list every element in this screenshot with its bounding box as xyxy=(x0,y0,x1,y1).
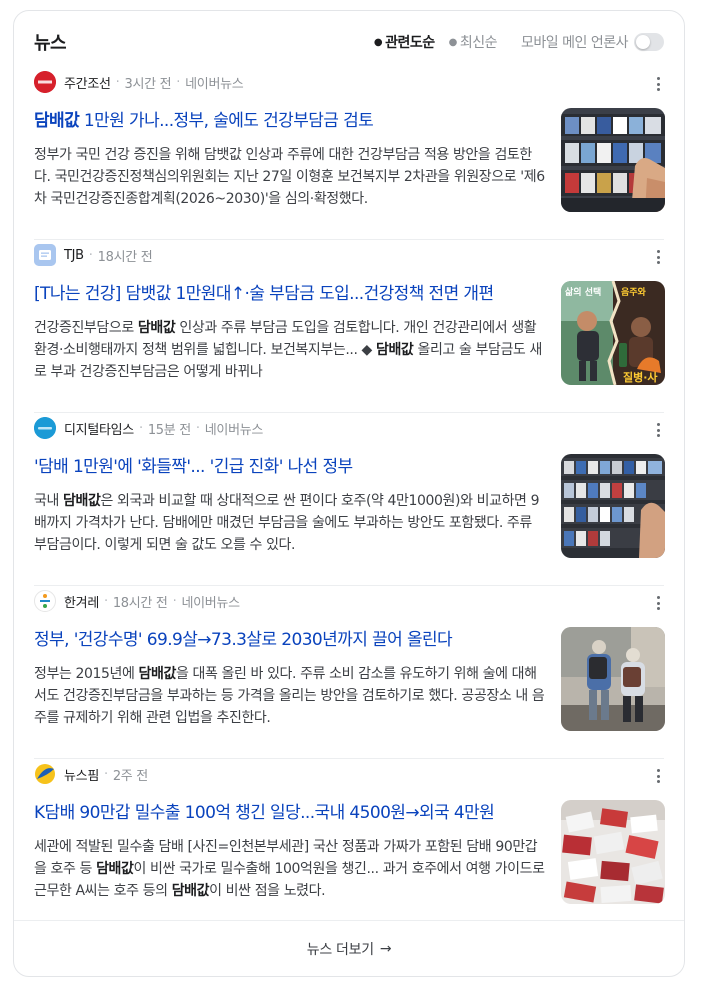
press-logo-icon[interactable] xyxy=(34,71,56,93)
press-logo-icon[interactable] xyxy=(34,417,56,439)
news-time: 2주 전 xyxy=(112,768,148,784)
press-logo-icon[interactable] xyxy=(34,763,56,785)
snippet-highlight: 담배값 xyxy=(171,883,210,899)
news-title-link[interactable]: K담배 90만갑 밀수출 100억 챙긴 일당...국내 4500원→외국 4만… xyxy=(34,801,546,825)
portal-link[interactable]: 네이버뉴스 xyxy=(181,592,240,611)
news-item: TJB · 18시간 전 [T나는 건강] 담뱃값 1만원대↑·술 부담금 도입… xyxy=(34,240,665,413)
more-options-icon[interactable] xyxy=(652,767,664,785)
news-thumbnail[interactable] xyxy=(561,800,665,904)
title-text: 정부, '건강수명' 69.9살→73.3살로 2030년까지 끌어 올린다 xyxy=(34,630,453,650)
news-time: 3시간 전 xyxy=(124,76,172,92)
news-thumbnail[interactable] xyxy=(561,627,665,731)
news-thumbnail[interactable]: 삶의 선택 음주와 질병·사 xyxy=(561,281,665,385)
arrow-right-icon: → xyxy=(379,940,392,957)
news-item: 주간조선 · 3시간 전 · 네이버뉴스 담배값 1만원 가나...정부, 술에… xyxy=(34,67,665,240)
press-name[interactable]: 뉴스핌 xyxy=(64,765,99,784)
news-title-link[interactable]: 담배값 1만원 가나...정부, 술에도 건강부담금 검토 xyxy=(34,109,546,133)
more-options-icon[interactable] xyxy=(652,75,664,93)
snippet-highlight: 담배값 xyxy=(138,666,177,682)
portal-link[interactable]: 네이버뉴스 xyxy=(205,419,264,438)
news-item: 한겨레 · 18시간 전 · 네이버뉴스 정부, '건강수명' 69.9살→73… xyxy=(34,586,665,759)
title-text: K담배 90만갑 밀수출 100억 챙긴 일당...국내 4500원→외국 4만… xyxy=(34,803,495,823)
press-logo-icon[interactable] xyxy=(34,244,56,266)
press-name[interactable]: 주간조선 xyxy=(64,73,111,92)
separator: · xyxy=(88,247,93,263)
svg-text:삶의 선택: 삶의 선택 xyxy=(565,286,601,298)
svg-text:질병·사: 질병·사 xyxy=(623,370,658,384)
more-news-button[interactable]: 뉴스 더보기 → xyxy=(14,920,684,976)
more-options-icon[interactable] xyxy=(652,594,664,612)
news-header: 뉴스 ● 관련도순 ● 최신순 모바일 메인 언론사 xyxy=(34,29,664,55)
sort-relevance[interactable]: ● 관련도순 xyxy=(374,32,435,52)
news-time: 15분 전 xyxy=(147,422,191,438)
news-list: 주간조선 · 3시간 전 · 네이버뉴스 담배값 1만원 가나...정부, 술에… xyxy=(34,67,665,932)
sort-latest[interactable]: ● 최신순 xyxy=(449,32,498,52)
more-options-icon[interactable] xyxy=(652,248,664,266)
news-snippet: 국내 담배값은 외국과 비교할 때 상대적으로 싼 편이다 호주(약 4만100… xyxy=(34,490,546,556)
press-logo-icon[interactable] xyxy=(34,590,56,612)
title-highlight: 담배값 xyxy=(34,111,80,131)
snippet-highlight: 담배값 xyxy=(96,861,134,877)
press-name[interactable]: TJB xyxy=(64,248,84,263)
separator: · xyxy=(138,420,143,436)
svg-text:음주와: 음주와 xyxy=(621,286,647,298)
news-snippet: 정부는 2015년에 담배값을 대폭 올린 바 있다. 주류 소비 감소를 유도… xyxy=(34,663,546,729)
snippet-text: 은 외국과 비교할 때 상대적으로 싼 편이다 호주(약 4만1000원)와 비… xyxy=(34,493,540,553)
snippet-highlight: 담배값 xyxy=(375,342,414,358)
news-item: 디지털타임스 · 15분 전 · 네이버뉴스 '담배 1만원'에 '화들짝'..… xyxy=(34,413,665,586)
portal-link[interactable]: 네이버뉴스 xyxy=(185,73,244,92)
separator: · xyxy=(176,74,181,90)
snippet-text: 정부는 2015년에 xyxy=(34,666,139,682)
news-item: 뉴스핌 · 2주 전 K담배 90만갑 밀수출 100억 챙긴 일당...국내 … xyxy=(34,759,665,932)
news-source: 주간조선 · 3시간 전 · 네이버뉴스 xyxy=(34,71,244,93)
separator: · xyxy=(115,74,120,90)
news-title-link[interactable]: [T나는 건강] 담뱃값 1만원대↑·술 부담금 도입...건강정책 전면 개편 xyxy=(34,282,546,306)
news-snippet: 정부가 국민 건강 증진을 위해 담뱃값 인상과 주류에 대한 건강부담금 적용… xyxy=(34,147,545,207)
news-time: 18시간 전 xyxy=(112,595,168,611)
press-name[interactable]: 한겨레 xyxy=(64,592,99,611)
news-thumbnail[interactable] xyxy=(561,108,665,212)
news-time: 18시간 전 xyxy=(97,249,153,265)
sort-latest-label: 최신순 xyxy=(459,35,498,51)
news-source: 한겨레 · 18시간 전 · 네이버뉴스 xyxy=(34,590,240,612)
news-title-link[interactable]: '담배 1만원'에 '화들짝'... '긴급 진화' 나선 정부 xyxy=(34,455,546,479)
more-news-label: 뉴스 더보기 xyxy=(306,941,374,958)
sort-relevance-label: 관련도순 xyxy=(385,35,435,51)
news-thumbnail[interactable] xyxy=(561,454,665,558)
title-text: '담배 1만원'에 '화들짝'... '긴급 진화' 나선 정부 xyxy=(34,457,353,477)
news-source: TJB · 18시간 전 xyxy=(34,244,153,266)
more-options-icon[interactable] xyxy=(652,421,664,439)
press-name[interactable]: 디지털타임스 xyxy=(64,419,134,438)
mobile-main-label: 모바일 메인 언론사 xyxy=(521,35,628,51)
title-text: [T나는 건강] 담뱃값 1만원대↑·술 부담금 도입...건강정책 전면 개편 xyxy=(34,284,494,304)
news-source: 뉴스핌 · 2주 전 xyxy=(34,763,148,785)
news-source: 디지털타임스 · 15분 전 · 네이버뉴스 xyxy=(34,417,263,439)
title-text: 1만원 가나...정부, 술에도 건강부담금 검토 xyxy=(79,111,374,131)
separator: · xyxy=(195,420,200,436)
separator: · xyxy=(172,593,177,609)
section-title: 뉴스 xyxy=(34,33,67,54)
sort-bar: ● 관련도순 ● 최신순 모바일 메인 언론사 xyxy=(374,32,664,52)
snippet-highlight: 담배값 xyxy=(137,320,176,336)
mobile-main-toggle[interactable] xyxy=(634,33,664,51)
news-card: 뉴스 ● 관련도순 ● 최신순 모바일 메인 언론사 주간조선 · 3시간 전 · … xyxy=(13,10,685,977)
snippet-highlight: 담배값 xyxy=(63,493,101,509)
news-snippet: 건강증진부담으로 담배값 인상과 주류 부담금 도입을 검토합니다. 개인 건강… xyxy=(34,317,546,383)
separator: · xyxy=(103,766,108,782)
snippet-text: 국내 xyxy=(34,493,64,509)
news-title-link[interactable]: 정부, '건강수명' 69.9살→73.3살로 2030년까지 끌어 올린다 xyxy=(34,628,546,652)
snippet-text: 이 비싼 점을 노렸다. xyxy=(209,883,326,899)
separator: · xyxy=(103,593,108,609)
snippet-text: 건강증진부담으로 xyxy=(34,320,138,336)
news-snippet: 세관에 적발된 밀수출 담배 [사진=인천본부세관] 국산 정품과 가짜가 포함… xyxy=(34,836,546,902)
